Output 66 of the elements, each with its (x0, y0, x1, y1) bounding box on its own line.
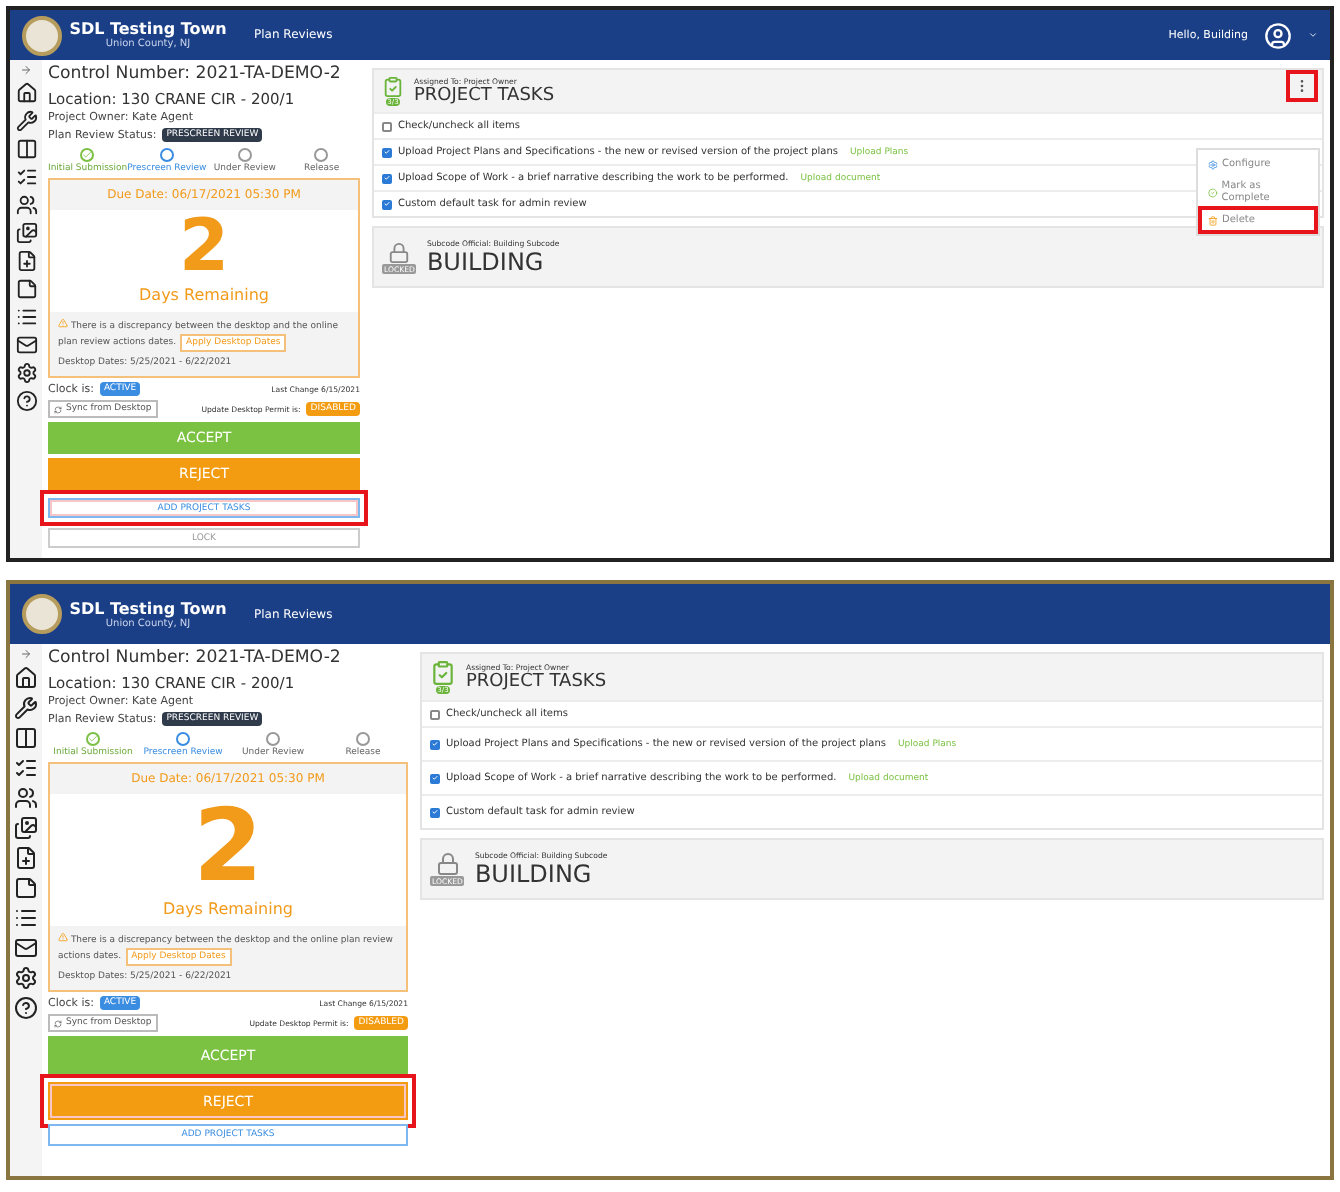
note-icon[interactable] (14, 876, 38, 900)
task-checkbox[interactable] (430, 739, 440, 749)
town-title: SDL Testing Town (69, 599, 227, 617)
trash-icon (1208, 215, 1218, 225)
step-marker (176, 732, 190, 747)
note-icon[interactable] (15, 278, 37, 300)
home-icon[interactable] (14, 666, 38, 690)
checklist-icon[interactable] (14, 756, 38, 780)
settings-icon[interactable] (14, 966, 38, 990)
gear-icon (1208, 159, 1218, 169)
help-icon[interactable] (14, 996, 38, 1020)
step-marker (86, 732, 100, 747)
lock-icon (388, 241, 411, 263)
sync-icon (54, 1019, 62, 1028)
images-icon[interactable] (15, 222, 37, 244)
step-marker (159, 148, 174, 163)
step-marker (356, 732, 370, 747)
mail-icon[interactable] (14, 936, 38, 960)
home-icon[interactable] (15, 82, 37, 104)
step-marker (80, 148, 95, 163)
check-all-checkbox[interactable] (430, 709, 440, 719)
user-avatar-icon[interactable] (1264, 21, 1292, 49)
sync-icon (54, 405, 62, 414)
days-remaining-label: Days Remaining (161, 899, 295, 922)
project-tasks-title: PROJECT TASKS (414, 86, 555, 106)
days-remaining-label: Days Remaining (137, 285, 271, 308)
task-checkbox[interactable] (430, 773, 440, 783)
lock-icon (435, 852, 460, 876)
check-all-checkbox[interactable] (382, 121, 392, 131)
town-seal-logo (22, 15, 62, 55)
columns-icon[interactable] (15, 138, 37, 160)
file-plus-icon[interactable] (15, 250, 37, 272)
days-count: 2 (178, 210, 230, 286)
columns-icon[interactable] (14, 726, 38, 750)
days-count: 2 (193, 794, 263, 900)
check-circle-icon (1208, 187, 1218, 197)
task-checkbox[interactable] (382, 199, 392, 209)
settings-icon[interactable] (15, 362, 37, 384)
control-number: Control Number: 2021-TA-DEMO-2 (48, 64, 343, 87)
mail-icon[interactable] (15, 334, 37, 356)
step-marker (237, 148, 252, 163)
help-icon[interactable] (15, 390, 37, 412)
users-icon[interactable] (15, 194, 37, 216)
warning-icon (58, 931, 68, 942)
project-tasks-title: PROJECT TASKS (466, 672, 607, 692)
building-title: BUILDING (474, 860, 594, 888)
file-plus-icon[interactable] (14, 846, 38, 870)
task-checkbox[interactable] (430, 807, 440, 817)
caret-icon[interactable] (1308, 30, 1318, 40)
task-checkbox[interactable] (382, 147, 392, 157)
warning-icon (58, 317, 68, 328)
town-title: SDL Testing Town (69, 20, 227, 38)
clipboard-check-icon (430, 660, 456, 686)
step-marker (266, 732, 280, 747)
images-icon[interactable] (14, 816, 38, 840)
task-checkbox[interactable] (382, 173, 392, 183)
tools-icon[interactable] (14, 696, 38, 720)
building-title: BUILDING (426, 248, 546, 276)
clipboard-check-icon (382, 76, 404, 98)
step-marker (314, 148, 329, 163)
checklist-icon[interactable] (15, 166, 37, 188)
users-icon[interactable] (14, 786, 38, 810)
tools-icon[interactable] (15, 110, 37, 132)
town-seal-logo (22, 594, 62, 634)
control-number: Control Number: 2021-TA-DEMO-2 (48, 648, 343, 671)
more-menu-button[interactable] (1290, 74, 1314, 98)
